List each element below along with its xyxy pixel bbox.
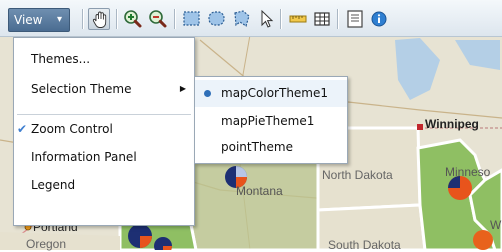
view-menu-label: View [14, 13, 43, 27]
help-icon [371, 11, 387, 27]
submenu-item-pointtheme[interactable]: pointTheme [195, 134, 347, 161]
view-dropdown-menu: Themes... Selection Theme ▶ ✔ Zoom Contr… [13, 37, 195, 226]
rectangle-select-icon [183, 11, 200, 26]
distance-tool-icon [289, 15, 307, 23]
toolbar-divider [337, 9, 339, 29]
point-marker [473, 230, 493, 250]
menu-item-label: Zoom Control [31, 122, 113, 136]
menu-item-label: Legend [31, 178, 76, 192]
map-label-montana: Montana [236, 184, 283, 198]
polygon-select-button[interactable] [231, 8, 253, 30]
map-label-minnesota: Minneso [445, 165, 491, 179]
pan-icon [92, 11, 107, 28]
pie-marker-idaho [128, 224, 152, 248]
grid-icon [314, 12, 330, 26]
info-panel-icon [347, 10, 363, 28]
menu-item-label: Selection Theme [31, 82, 132, 96]
grid-button[interactable] [311, 8, 333, 30]
polygon-select-icon [234, 10, 250, 27]
menu-item-legend[interactable]: Legend [14, 172, 194, 198]
submenu-item-mapcolortheme1[interactable]: mapColorTheme1 [195, 80, 347, 107]
menu-item-label: Themes... [31, 52, 91, 66]
toolbar-divider [82, 9, 84, 29]
help-button[interactable] [368, 8, 390, 30]
pointer-icon [261, 9, 274, 28]
rectangle-select-button[interactable] [181, 8, 203, 30]
pan-tool-button[interactable] [88, 8, 110, 30]
chevron-right-icon: ▶ [179, 84, 186, 93]
checkmark-icon: ✔ [17, 122, 28, 136]
map-label-winnipeg: Winnipeg [425, 117, 479, 131]
view-menu-button[interactable]: View ▾ [8, 8, 70, 32]
winnipeg-marker [417, 124, 423, 130]
distance-tool-button[interactable] [287, 8, 309, 30]
submenu-item-label: pointTheme [221, 140, 293, 154]
zoom-in-button[interactable] [122, 8, 144, 30]
menu-divider [17, 114, 191, 115]
map-label-north-dakota: North Dakota [322, 168, 393, 182]
submenu-item-label: mapColorTheme1 [221, 86, 329, 100]
chevron-down-icon: ▾ [56, 14, 62, 25]
zoom-out-button[interactable] [147, 8, 169, 30]
radio-selected-icon [204, 90, 211, 97]
menu-item-themes[interactable]: Themes... [14, 46, 194, 72]
menu-item-label: Information Panel [31, 150, 137, 164]
menu-item-zoom-control[interactable]: ✔ Zoom Control [14, 116, 194, 142]
zoom-out-icon [149, 10, 167, 28]
pointer-select-button[interactable] [255, 8, 277, 30]
circle-select-button[interactable] [206, 8, 228, 30]
info-panel-button[interactable] [344, 8, 366, 30]
toolbar-divider [174, 9, 176, 29]
zoom-in-icon [124, 10, 142, 28]
map-toolbar: View ▾ [0, 0, 502, 37]
toolbar-divider [116, 9, 118, 29]
menu-item-selection-theme[interactable]: Selection Theme ▶ [14, 76, 194, 102]
map-label-oregon: Oregon [26, 237, 67, 251]
pie-marker-minnesota [448, 176, 472, 200]
toolbar-divider [280, 9, 282, 29]
circle-select-icon [208, 11, 225, 26]
map-label-wisconsin-fragment: W [490, 218, 502, 232]
menu-item-information-panel[interactable]: Information Panel [14, 144, 194, 170]
selection-theme-submenu: mapColorTheme1 mapPieTheme1 pointTheme [194, 76, 348, 164]
submenu-item-mappietheme1[interactable]: mapPieTheme1 [195, 108, 347, 135]
submenu-item-label: mapPieTheme1 [221, 114, 315, 128]
